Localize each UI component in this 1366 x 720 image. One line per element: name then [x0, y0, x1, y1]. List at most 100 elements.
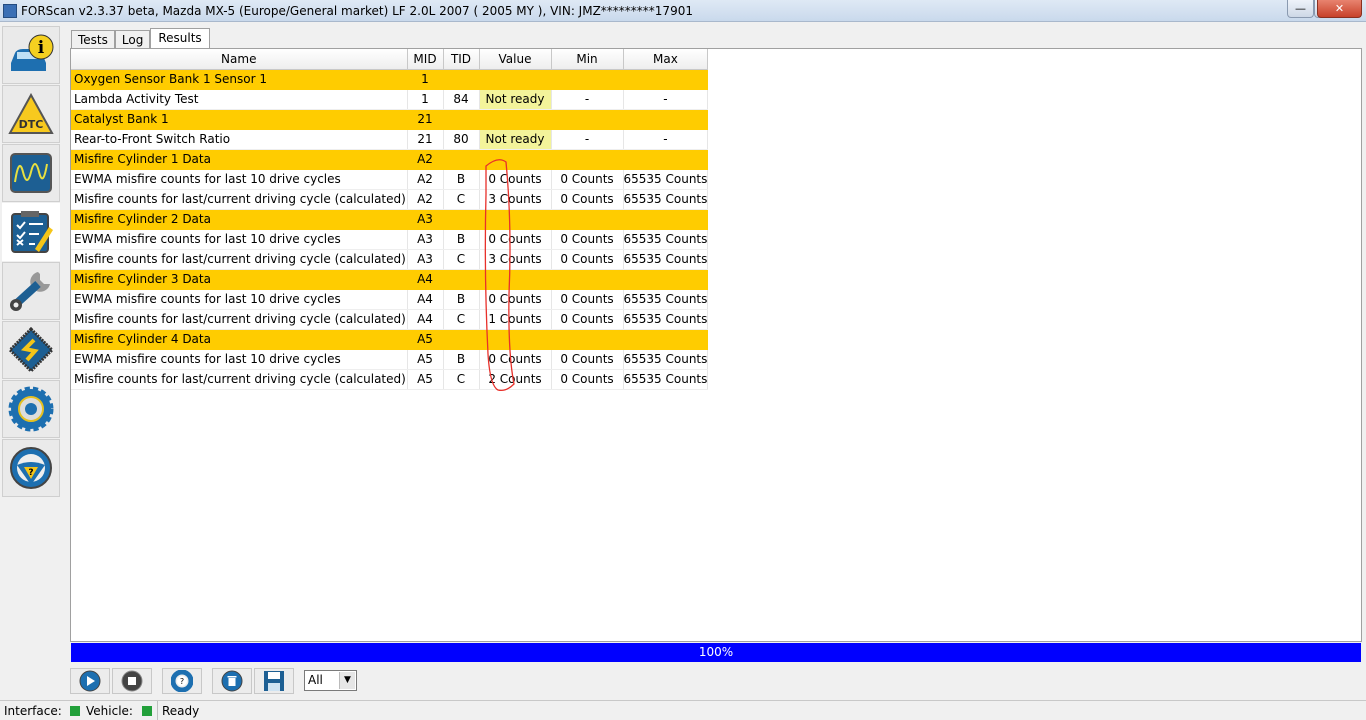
cell-max: 65535 Counts: [623, 249, 709, 270]
cell-name: Oxygen Sensor Bank 1 Sensor 1: [71, 69, 408, 90]
column-header-min[interactable]: Min: [551, 49, 624, 70]
cell-value: Not ready: [479, 129, 552, 150]
stop-icon: [121, 670, 143, 692]
group-row[interactable]: Catalyst Bank 1 21: [71, 109, 709, 130]
cell-mid: A4: [407, 309, 444, 330]
start-button[interactable]: [70, 668, 110, 694]
cell-max: 65535 Counts: [623, 169, 709, 190]
clear-button[interactable]: [212, 668, 252, 694]
vehicle-status-indicator: [142, 706, 152, 716]
column-header-max[interactable]: Max: [623, 49, 709, 70]
table-row[interactable]: Lambda Activity Test 1 84 Not ready - -: [71, 89, 709, 110]
cell-name: Lambda Activity Test: [71, 89, 408, 110]
cell-max: [623, 269, 709, 290]
minimize-button[interactable]: —: [1287, 0, 1314, 18]
sidebar-item-configuration[interactable]: [2, 321, 60, 379]
cell-min: 0 Counts: [551, 349, 624, 370]
cell-min: -: [551, 89, 624, 110]
delete-icon: [221, 670, 243, 692]
app-icon: [3, 4, 17, 18]
cell-tid: [443, 209, 480, 230]
chevron-down-icon[interactable]: ▼: [339, 672, 355, 689]
cell-mid: A2: [407, 149, 444, 170]
cell-min: 0 Counts: [551, 249, 624, 270]
table-row[interactable]: EWMA misfire counts for last 10 drive cy…: [71, 289, 709, 310]
close-button[interactable]: ✕: [1317, 0, 1362, 18]
cell-tid: B: [443, 349, 480, 370]
cell-max: [623, 69, 709, 90]
cell-min: [551, 69, 624, 90]
results-table: Name MID TID Value Min Max Oxygen Sensor Bank…: [71, 49, 709, 390]
cell-mid: A3: [407, 209, 444, 230]
cell-max: 65535 Counts: [623, 349, 709, 370]
cell-tid: [443, 269, 480, 290]
cell-name: Catalyst Bank 1: [71, 109, 408, 130]
column-header-name[interactable]: Name: [71, 49, 408, 70]
divider: [157, 701, 158, 720]
dtc-warning-icon: DTC: [8, 93, 54, 134]
help-button[interactable]: ?: [162, 668, 202, 694]
cell-mid: A5: [407, 349, 444, 370]
column-header-value[interactable]: Value: [479, 49, 552, 70]
save-button[interactable]: [254, 668, 294, 694]
cell-name: Misfire Cylinder 1 Data: [71, 149, 408, 170]
sidebar-item-vehicle-info[interactable]: i: [2, 26, 60, 84]
sidebar-item-tests[interactable]: [2, 203, 60, 261]
cell-tid: C: [443, 309, 480, 330]
filter-value: All: [308, 673, 323, 687]
filter-select[interactable]: All ▼: [304, 670, 357, 691]
table-row[interactable]: Misfire counts for last/current driving …: [71, 249, 709, 270]
column-header-mid[interactable]: MID: [407, 49, 444, 70]
cell-tid: B: [443, 289, 480, 310]
tab-tests[interactable]: Tests: [71, 30, 115, 50]
table-row[interactable]: EWMA misfire counts for last 10 drive cy…: [71, 229, 709, 250]
vehicle-label: Vehicle:: [86, 704, 133, 718]
cell-name: Rear-to-Front Switch Ratio: [71, 129, 408, 150]
cell-mid: A5: [407, 369, 444, 390]
group-row[interactable]: Misfire Cylinder 2 Data A3: [71, 209, 709, 230]
red-annotation-mark: [484, 159, 515, 392]
cell-mid: A3: [407, 229, 444, 250]
tab-results[interactable]: Results: [150, 28, 210, 50]
column-header-tid[interactable]: TID: [443, 49, 480, 70]
sidebar-item-service[interactable]: [2, 262, 60, 320]
sidebar-item-dtc[interactable]: DTC: [2, 85, 60, 143]
cell-max: 65535 Counts: [623, 229, 709, 250]
group-row[interactable]: Misfire Cylinder 1 Data A2: [71, 149, 709, 170]
cell-name: Misfire counts for last/current driving …: [71, 249, 408, 270]
cell-max: 65535 Counts: [623, 289, 709, 310]
cell-tid: 84: [443, 89, 480, 110]
lifebuoy-help-icon: ?: [171, 670, 193, 692]
sidebar-item-settings[interactable]: [2, 380, 60, 438]
table-row[interactable]: EWMA misfire counts for last 10 drive cy…: [71, 349, 709, 370]
table-row[interactable]: Misfire counts for last/current driving …: [71, 189, 709, 210]
cell-name: EWMA misfire counts for last 10 drive cy…: [71, 229, 408, 250]
tab-log[interactable]: Log: [114, 30, 151, 50]
cell-mid: 1: [407, 69, 444, 90]
sidebar-item-help[interactable]: ?: [2, 439, 60, 497]
table-row[interactable]: Misfire counts for last/current driving …: [71, 309, 709, 330]
status-message: Ready: [162, 704, 200, 718]
chip-icon: [8, 327, 54, 373]
table-row[interactable]: EWMA misfire counts for last 10 drive cy…: [71, 169, 709, 190]
cell-mid: A4: [407, 269, 444, 290]
table-row[interactable]: Misfire counts for last/current driving …: [71, 369, 709, 390]
cell-max: -: [623, 89, 709, 110]
table-row[interactable]: Rear-to-Front Switch Ratio 21 80 Not ready -…: [71, 129, 709, 150]
cell-max: 65535 Counts: [623, 189, 709, 210]
cell-max: [623, 109, 709, 130]
cell-min: 0 Counts: [551, 369, 624, 390]
cell-max: -: [623, 129, 709, 150]
results-panel: Name MID TID Value Min Max Oxygen Sensor Bank…: [70, 48, 1362, 642]
cell-min: [551, 209, 624, 230]
sidebar-item-oscilloscope[interactable]: [2, 144, 60, 202]
cell-tid: C: [443, 369, 480, 390]
cell-name: Misfire counts for last/current driving …: [71, 369, 408, 390]
group-row[interactable]: Misfire Cylinder 3 Data A4: [71, 269, 709, 290]
group-row[interactable]: Misfire Cylinder 4 Data A5: [71, 329, 709, 350]
cell-min: [551, 149, 624, 170]
stop-button[interactable]: [112, 668, 152, 694]
cell-max: [623, 329, 709, 350]
cell-min: [551, 269, 624, 290]
group-row[interactable]: Oxygen Sensor Bank 1 Sensor 11: [71, 69, 709, 90]
